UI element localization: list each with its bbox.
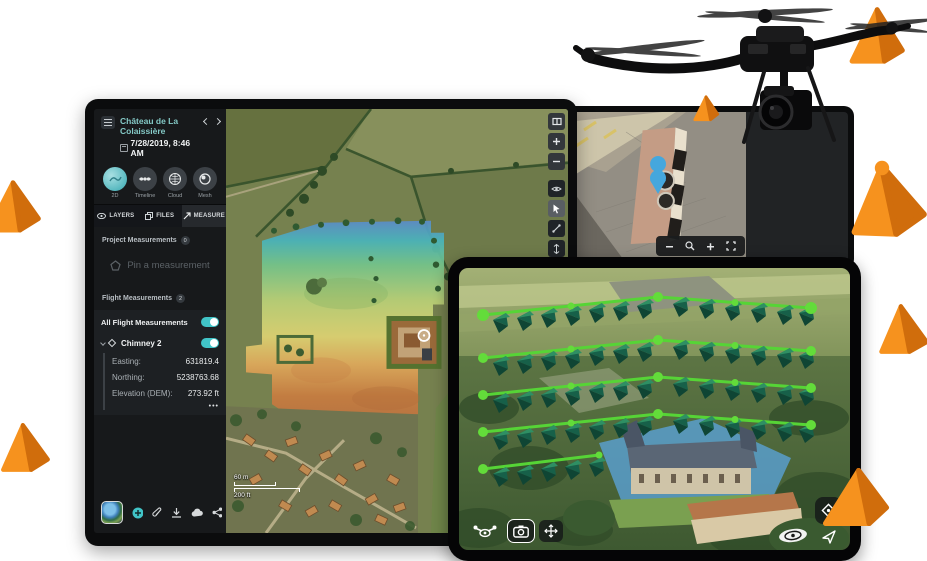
cloud-icon[interactable] <box>191 508 203 518</box>
files-icon <box>145 212 153 220</box>
decor-pyramid <box>850 152 927 248</box>
eye-logo <box>778 528 808 543</box>
elevation-row: Elevation (DEM): 273.92 ft <box>112 385 219 401</box>
easting-row: Easting: 631819.4 <box>112 353 219 369</box>
project-measurements-badge: 0 <box>181 236 190 245</box>
view-mode-switcher: 2D Timeline Cloud Mesh <box>94 163 226 204</box>
sidebar-header: Château de La Colaissière 7/28/2019, 8:4… <box>94 109 226 163</box>
project-measurements-header: Project Measurements 0 <box>94 227 226 248</box>
decor-pyramid <box>0 176 42 238</box>
view-mode-timeline[interactable]: Timeline <box>132 167 158 199</box>
point-cloud-icon <box>163 167 187 191</box>
measurement-name: Chimney 2 <box>121 339 161 348</box>
zoom-in-button[interactable] <box>548 133 565 150</box>
pin-measurement-button[interactable]: Pin a measurement <box>94 248 226 285</box>
eye-icon <box>97 213 106 219</box>
all-flight-toggle[interactable] <box>201 317 219 327</box>
project-title: Château de La Colaissière <box>120 116 199 136</box>
tab-measure[interactable]: MEASURE <box>182 205 226 227</box>
flight-plan-3d-view[interactable] <box>459 268 850 550</box>
sidebar: Château de La Colaissière 7/28/2019, 8:4… <box>94 109 226 533</box>
magnifier-icon[interactable] <box>685 241 695 251</box>
tablet-device <box>448 257 861 561</box>
mesh-icon <box>193 167 217 191</box>
view-mode-cloud[interactable]: Cloud <box>162 167 188 199</box>
drone-camera <box>760 86 812 130</box>
view-mode-2d[interactable]: 2D <box>102 167 128 199</box>
calendar-icon <box>120 144 128 152</box>
decor-pyramid <box>876 292 927 366</box>
bottom-toolbar <box>101 501 222 524</box>
basemap-thumbnail[interactable] <box>101 501 123 524</box>
diamond-icon <box>108 339 116 347</box>
camera-capture-button[interactable] <box>507 519 535 543</box>
compare-view-button[interactable] <box>548 113 565 130</box>
map-2d-icon <box>103 167 127 191</box>
tab-files[interactable]: FILES <box>138 205 182 227</box>
decor-pyramid <box>818 464 894 530</box>
move-tool-button[interactable] <box>539 520 563 542</box>
view-mode-mesh[interactable]: Mesh <box>192 167 218 199</box>
zoom-out-button[interactable] <box>548 153 565 170</box>
line-tool-button[interactable] <box>548 220 565 237</box>
collapse-icon[interactable] <box>100 340 106 346</box>
add-circle-icon[interactable] <box>132 507 143 519</box>
flight-date[interactable]: 7/28/2019, 8:46 AM <box>120 138 199 158</box>
cursor-tool-button[interactable] <box>548 200 565 217</box>
flight-measurements-badge: 2 <box>176 294 185 303</box>
download-icon[interactable] <box>171 507 181 519</box>
3d-scene <box>459 268 850 550</box>
flight-measurements-header: Flight Measurements 2 <box>94 285 226 306</box>
drone-annotation-button[interactable] <box>548 180 565 197</box>
share-icon[interactable] <box>212 507 222 518</box>
sidebar-tabs: LAYERS FILES MEASURE <box>94 204 226 227</box>
selected-measurement-marker[interactable] <box>419 330 430 341</box>
chateau-building <box>389 319 439 367</box>
decor-pyramid <box>0 413 52 483</box>
tab-layers[interactable]: LAYERS <box>94 205 138 227</box>
paperclip-icon[interactable] <box>152 507 162 519</box>
photo-zoom-in-icon[interactable] <box>706 242 715 251</box>
timeline-icon <box>133 167 157 191</box>
measurement-item[interactable]: Chimney 2 <box>101 338 219 348</box>
photo-zoom-out-icon[interactable] <box>665 242 674 251</box>
pin-outline-icon <box>110 260 121 271</box>
measure-icon <box>183 212 191 220</box>
drone-visibility-button[interactable] <box>469 518 501 544</box>
flight-measurements-panel: All Flight Measurements Chimney 2 Eastin… <box>94 310 226 415</box>
prev-flight-icon[interactable] <box>203 118 210 125</box>
measurement-toggle[interactable] <box>201 338 219 348</box>
northing-row: Northing: 5238763.68 <box>112 369 219 385</box>
all-flight-label: All Flight Measurements <box>101 318 188 327</box>
next-flight-icon[interactable] <box>214 118 221 125</box>
measurement-values: Easting: 631819.4 Northing: 5238763.68 E… <box>103 353 219 410</box>
navigation-arrow-icon[interactable] <box>820 528 838 546</box>
drone-photo <box>568 0 927 145</box>
more-options-button[interactable]: ••• <box>112 401 219 410</box>
menu-icon[interactable] <box>101 116 115 129</box>
fullscreen-icon[interactable] <box>726 241 736 251</box>
photo-controls <box>656 236 745 256</box>
vertical-measure-button[interactable] <box>548 240 565 257</box>
scale-bar: 60 m 200 ft <box>234 474 300 499</box>
